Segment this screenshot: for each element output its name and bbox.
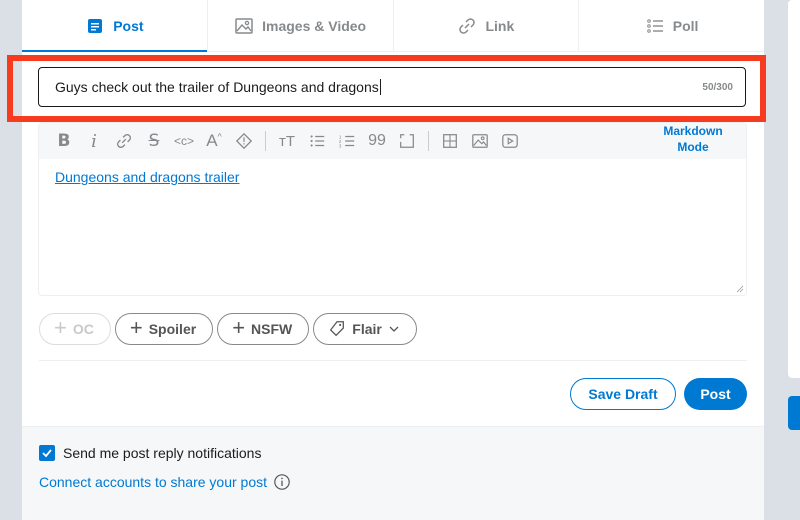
nsfw-tag-label: NSFW: [251, 321, 293, 337]
info-icon[interactable]: [273, 473, 291, 491]
quote-icon[interactable]: 99: [364, 129, 390, 153]
title-highlight-box: [7, 55, 766, 122]
tab-post[interactable]: Post: [22, 0, 208, 52]
editor-link[interactable]: Dungeons and dragons trailer: [55, 169, 239, 185]
editor-toolbar: B i S <c> A^ ᴛT 123 99 Markdown Mode: [39, 123, 746, 159]
connect-accounts-link[interactable]: Connect accounts to share your post: [39, 473, 291, 491]
tab-link[interactable]: Link: [394, 0, 580, 51]
heading-icon[interactable]: ᴛT: [274, 129, 300, 153]
connect-accounts-label: Connect accounts to share your post: [39, 474, 268, 490]
right-sidebar-button[interactable]: [788, 396, 800, 430]
tag-icon: [330, 321, 345, 337]
rich-text-editor[interactable]: B i S <c> A^ ᴛT 123 99 Markdown Mode Dun…: [38, 122, 747, 296]
notify-option[interactable]: Send me post reply notifications: [39, 445, 261, 461]
image-icon[interactable]: [467, 129, 493, 153]
flair-tag-label: Flair: [352, 321, 382, 337]
video-icon[interactable]: [497, 129, 523, 153]
bold-icon[interactable]: B: [51, 129, 77, 153]
superscript-icon[interactable]: A^: [201, 129, 227, 153]
markdown-mode-line2: Mode: [677, 140, 709, 154]
table-icon[interactable]: [437, 129, 463, 153]
toolbar-divider: [428, 131, 429, 151]
strikethrough-icon[interactable]: S: [141, 129, 167, 153]
inline-code-icon[interactable]: <c>: [171, 129, 197, 153]
italic-icon[interactable]: i: [81, 129, 107, 153]
flair-tag-button[interactable]: Flair: [313, 313, 417, 345]
numbered-list-icon[interactable]: 123: [334, 129, 360, 153]
nsfw-tag-button[interactable]: + NSFW: [217, 313, 310, 345]
markdown-mode-toggle[interactable]: Markdown Mode: [658, 123, 728, 155]
chevron-down-icon: [389, 326, 399, 332]
bulleted-list-icon[interactable]: [304, 129, 330, 153]
tab-images-video-label: Images & Video: [262, 17, 367, 34]
spoiler-tag-label: Spoiler: [148, 321, 197, 337]
checkmark-icon: [42, 449, 52, 458]
code-block-icon[interactable]: [394, 129, 420, 153]
post-tags: + OC + Spoiler + NSFW Flair: [39, 313, 417, 345]
resize-handle-icon[interactable]: [736, 285, 744, 293]
notify-label: Send me post reply notifications: [63, 445, 262, 461]
post-type-tabs: Post Images & Video Link Poll: [22, 0, 764, 52]
svg-text:3: 3: [339, 143, 342, 148]
tab-poll[interactable]: Poll: [579, 0, 764, 51]
post-footer: Send me post reply notifications Connect…: [22, 426, 764, 520]
tab-link-label: Link: [485, 17, 515, 34]
post-button[interactable]: Post: [684, 378, 747, 410]
oc-tag-label: OC: [72, 321, 94, 337]
link-icon: [459, 17, 476, 34]
tab-images-video[interactable]: Images & Video: [208, 0, 394, 51]
post-icon: [88, 18, 103, 33]
poll-icon: [646, 18, 663, 33]
divider: [39, 360, 747, 361]
link-icon[interactable]: [111, 129, 137, 153]
image-icon: [235, 17, 253, 34]
tab-poll-label: Poll: [672, 17, 699, 34]
right-sidebar-card: [788, 0, 800, 378]
oc-tag-button[interactable]: + OC: [39, 313, 111, 345]
toolbar-divider: [265, 131, 266, 151]
markdown-mode-line1: Markdown: [663, 124, 723, 138]
spoiler-icon[interactable]: [231, 129, 257, 153]
plus-icon: +: [129, 315, 143, 340]
spoiler-tag-button[interactable]: + Spoiler: [114, 313, 214, 345]
notify-checkbox[interactable]: [39, 445, 55, 461]
plus-icon: +: [232, 315, 246, 340]
save-draft-button[interactable]: Save Draft: [570, 378, 676, 410]
plus-icon: +: [54, 315, 67, 340]
tab-post-label: Post: [113, 17, 144, 34]
editor-body[interactable]: Dungeons and dragons trailer: [39, 159, 746, 197]
